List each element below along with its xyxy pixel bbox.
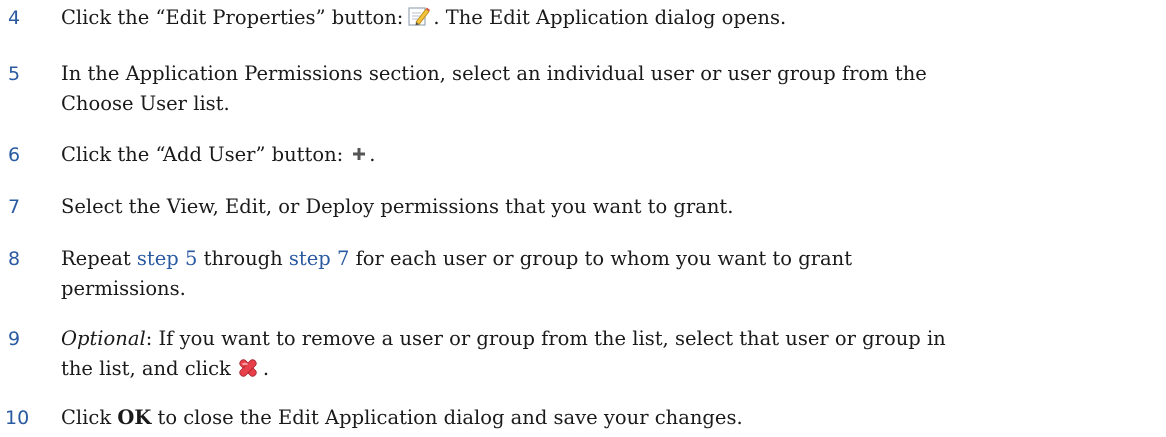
step-text: In the Application Permissions section, … — [61, 62, 927, 115]
step-text: Click the “Edit Properties” button: . Th… — [61, 6, 787, 29]
optional-label: Optional — [61, 327, 146, 350]
instruction-steps: 4 Click the “Edit Properties” button: . … — [0, 0, 1166, 437]
step-number: 10 — [5, 407, 30, 429]
step-text: Optional: If you want to remove a user o… — [61, 327, 946, 380]
step-text: Repeat step 5 through step 7 for each us… — [61, 247, 853, 300]
step-number: 5 — [8, 63, 21, 85]
add-user-plus-icon — [353, 147, 366, 160]
remove-red-x-icon — [239, 358, 257, 377]
step-number: 8 — [8, 248, 21, 270]
step-number: 4 — [8, 7, 21, 29]
step-number: 6 — [8, 144, 21, 166]
step-number: 7 — [8, 196, 21, 218]
ok-label: OK — [117, 406, 152, 429]
link-step-7[interactable]: step 7 — [289, 247, 349, 270]
step-number: 9 — [8, 328, 21, 350]
link-step-5[interactable]: step 5 — [137, 247, 197, 270]
edit-properties-icon — [408, 6, 431, 26]
step-text: Click OK to close the Edit Application d… — [61, 406, 743, 429]
step-text: Select the View, Edit, or Deploy permiss… — [61, 195, 734, 218]
step-text: Click the “Add User” button: . — [61, 143, 376, 166]
